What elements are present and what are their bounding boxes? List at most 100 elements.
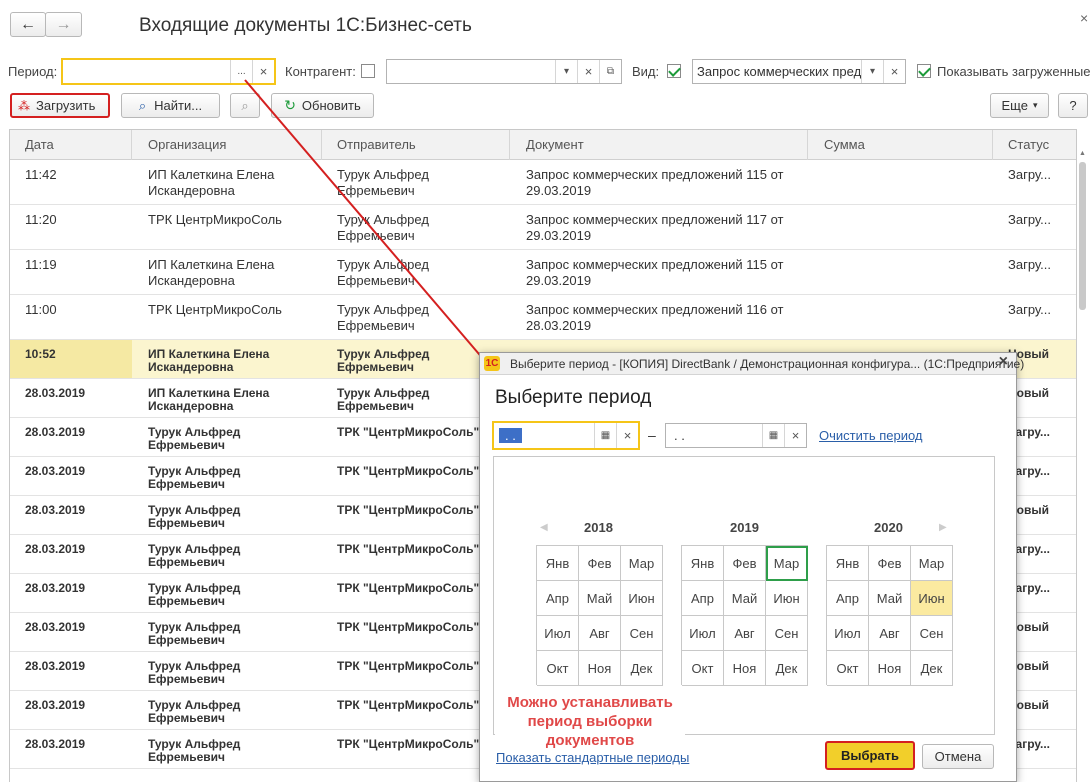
table-row[interactable]: 11:42 ИП Калеткина Елена Искандеровна Туру…	[10, 160, 1076, 205]
dropdown-icon[interactable]: ▾	[555, 60, 577, 83]
cell-org: Турук Альфред Ефремьевич	[148, 542, 241, 569]
column-status[interactable]: Статус	[993, 130, 1076, 160]
kind-checkbox[interactable]	[667, 64, 681, 78]
month-cell[interactable]: Янв	[682, 546, 724, 581]
cancel-button[interactable]: Отмена	[922, 744, 994, 769]
show-standard-periods-link[interactable]: Показать стандартные периоды	[496, 750, 689, 765]
calendar-icon[interactable]: ▦	[594, 423, 616, 448]
open-icon[interactable]: ⧉	[599, 60, 621, 83]
next-year-icon[interactable]: ▶	[939, 522, 947, 533]
month-cell[interactable]: Авг	[579, 616, 621, 651]
more-button[interactable]: Еще ▾	[990, 93, 1049, 118]
back-button[interactable]: ←	[10, 12, 46, 37]
show-loaded-label: Показывать загруженные	[937, 64, 1091, 79]
table-row[interactable]: 11:19 ИП Калеткина Елена Искандеровна Туру…	[10, 250, 1076, 295]
month-cell[interactable]: Мар	[766, 546, 808, 581]
cell-date: 28.03.2019	[25, 542, 86, 556]
vertical-scrollbar[interactable]: ▲	[1078, 150, 1087, 750]
month-cell[interactable]: Июл	[682, 616, 724, 651]
month-cell[interactable]: Мар	[621, 546, 663, 581]
month-cell[interactable]: Май	[869, 581, 911, 616]
month-cell[interactable]: Июн	[766, 581, 808, 616]
year-label: 2019	[730, 520, 759, 535]
column-date[interactable]: Дата	[10, 130, 132, 160]
month-cell[interactable]: Янв	[537, 546, 579, 581]
column-document[interactable]: Документ	[510, 130, 808, 160]
kind-field[interactable]: Запрос коммерческих пред ▾ ×	[692, 59, 906, 84]
cell-status: Загру...	[1008, 302, 1051, 317]
cell-date: 11:00	[25, 302, 57, 317]
column-sum[interactable]: Сумма	[808, 130, 993, 160]
show-loaded-checkbox[interactable]	[917, 64, 931, 78]
month-cell[interactable]: Дек	[766, 651, 808, 686]
ellipsis-icon[interactable]: ...	[230, 60, 252, 83]
cancel-search-button[interactable]: ⌕	[230, 93, 260, 118]
contractor-field[interactable]: ▾ × ⧉	[386, 59, 622, 84]
cell-date: 28.03.2019	[25, 425, 86, 439]
month-cell[interactable]: Дек	[621, 651, 663, 686]
dialog-window-title: Выберите период - [КОПИЯ] DirectBank / Д…	[510, 357, 1025, 371]
month-cell[interactable]: Окт	[537, 651, 579, 686]
select-button[interactable]: Выбрать	[825, 741, 915, 770]
cell-org: Турук Альфред Ефремьевич	[148, 659, 241, 686]
month-cell[interactable]: Ноя	[869, 651, 911, 686]
clear-icon[interactable]: ×	[577, 60, 599, 83]
clear-period-link[interactable]: Очистить период	[819, 428, 923, 443]
find-button[interactable]: ⌕ Найти...	[121, 93, 220, 118]
month-cell[interactable]: Май	[724, 581, 766, 616]
month-cell[interactable]: Фев	[869, 546, 911, 581]
cell-org: ИП Калеткина Елена Искандеровна	[148, 167, 275, 198]
month-cell[interactable]: Июл	[537, 616, 579, 651]
refresh-button[interactable]: ↻ Обновить	[271, 93, 374, 118]
month-cell[interactable]: Окт	[682, 651, 724, 686]
month-cell[interactable]: Авг	[724, 616, 766, 651]
month-cell[interactable]: Апр	[827, 581, 869, 616]
window-close-icon[interactable]: ×	[1080, 10, 1088, 26]
cell-sender: Турук Альфред Ефремьевич	[337, 347, 430, 374]
calendar-icon[interactable]: ▦	[762, 424, 784, 447]
start-date-field[interactable]: . . ▦ ×	[492, 421, 640, 450]
forward-button[interactable]: →	[45, 12, 82, 37]
month-cell[interactable]: Ноя	[579, 651, 621, 686]
prev-year-icon[interactable]: ◀	[540, 522, 548, 533]
dropdown-icon[interactable]: ▾	[861, 60, 883, 83]
month-cell[interactable]: Авг	[869, 616, 911, 651]
clear-icon[interactable]: ×	[883, 60, 905, 83]
month-cell[interactable]: Дек	[911, 651, 953, 686]
clear-icon[interactable]: ×	[616, 423, 638, 448]
table-row[interactable]: 11:00 ТРК ЦентрМикроСоль Турук Альфред Ефр…	[10, 295, 1076, 340]
month-cell[interactable]: Апр	[682, 581, 724, 616]
month-cell[interactable]: Сен	[911, 616, 953, 651]
month-cell[interactable]: Май	[579, 581, 621, 616]
load-button[interactable]: ⁂ Загрузить	[10, 93, 110, 118]
end-date-field[interactable]: . . ▦ ×	[665, 423, 807, 448]
cell-date: 28.03.2019	[25, 698, 86, 712]
month-cell[interactable]: Апр	[537, 581, 579, 616]
scrollbar-thumb[interactable]	[1079, 162, 1086, 310]
contractor-checkbox[interactable]	[361, 64, 375, 78]
month-cell[interactable]: Янв	[827, 546, 869, 581]
period-field[interactable]: ... ×	[61, 58, 276, 85]
month-cell[interactable]: Июн	[621, 581, 663, 616]
month-cell[interactable]: Фев	[724, 546, 766, 581]
clear-icon[interactable]: ×	[252, 60, 274, 83]
month-cell[interactable]: Окт	[827, 651, 869, 686]
close-icon[interactable]: ×	[999, 353, 1008, 371]
month-cell[interactable]: Ноя	[724, 651, 766, 686]
year-label: 2018	[584, 520, 613, 535]
month-cell[interactable]: Фев	[579, 546, 621, 581]
month-cell[interactable]: Мар	[911, 546, 953, 581]
column-organization[interactable]: Организация	[132, 130, 322, 160]
cell-sender: Турук Альфред Ефремьевич	[337, 257, 429, 288]
cell-org: ТРК ЦентрМикроСоль	[148, 212, 282, 227]
month-cell[interactable]: Июн	[911, 581, 953, 616]
cell-date: 10:52	[25, 347, 56, 361]
table-row[interactable]: 11:20 ТРК ЦентрМикроСоль Турук Альфред Ефр…	[10, 205, 1076, 250]
month-cell[interactable]: Июл	[827, 616, 869, 651]
month-cell[interactable]: Сен	[766, 616, 808, 651]
column-sender[interactable]: Отправитель	[322, 130, 510, 160]
help-button[interactable]: ?	[1058, 93, 1088, 118]
month-cell[interactable]: Сен	[621, 616, 663, 651]
clear-icon[interactable]: ×	[784, 424, 806, 447]
cell-org: Турук Альфред Ефремьевич	[148, 464, 241, 491]
